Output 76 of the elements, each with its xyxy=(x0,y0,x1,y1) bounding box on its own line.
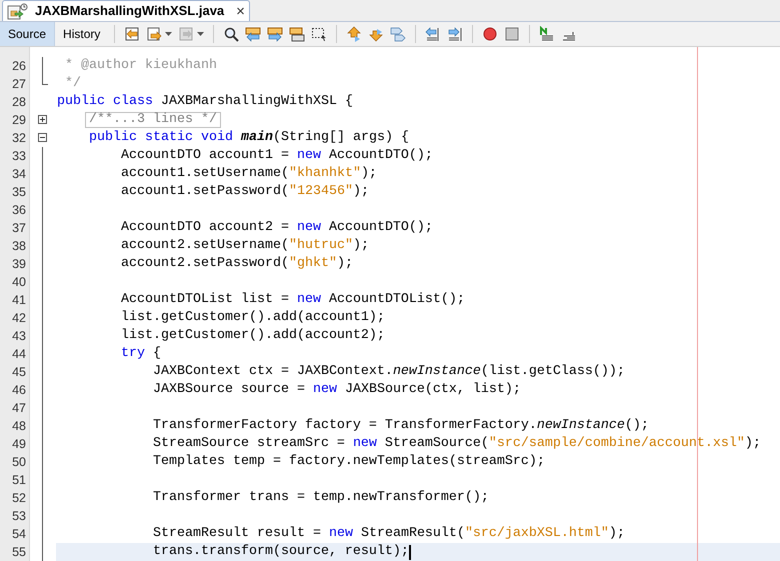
java-file-icon xyxy=(7,2,29,20)
file-tab[interactable]: JAXBMarshallingWithXSL.java × xyxy=(2,0,250,21)
code-line: StreamResult result = new StreamResult("src/jaxbXSL.html"); xyxy=(152,525,625,543)
collapse-icon[interactable] xyxy=(38,133,47,142)
rectangle-selection-icon[interactable] xyxy=(311,26,328,42)
expand-icon[interactable] xyxy=(38,115,47,124)
record-icon[interactable] xyxy=(482,26,498,42)
line-number: 45 xyxy=(11,364,27,381)
search-icon[interactable] xyxy=(223,26,240,42)
close-button[interactable]: × xyxy=(236,4,245,18)
code-line: Transformer trans = temp.newTransformer(); xyxy=(152,489,489,507)
code-line: public class JAXBMarshallingWithXSL { xyxy=(57,93,353,111)
code-line: public static void main(String[] args) { xyxy=(88,129,409,147)
code-line: */ xyxy=(64,75,81,93)
line-number: 38 xyxy=(11,238,27,255)
line-number: 41 xyxy=(11,292,27,309)
code-line: list.getCustomer().add(account2); xyxy=(120,327,385,345)
line-number: 40 xyxy=(11,274,27,291)
code-line: JAXBContext ctx = JAXBContext.newInstance(list.getClass()); xyxy=(152,363,625,381)
back-arrow-icon[interactable] xyxy=(124,26,140,42)
down-arrow-icon[interactable] xyxy=(368,26,384,42)
line-number: 27 xyxy=(11,76,27,93)
next-occurrence-icon[interactable] xyxy=(267,26,284,42)
line-number: 39 xyxy=(11,256,27,273)
line-number: 42 xyxy=(11,310,27,327)
code-line: * @author kieukhanh xyxy=(64,57,217,75)
fold-end-mark xyxy=(42,75,48,85)
code-line: Templates temp = factory.newTemplates(streamSrc); xyxy=(152,453,545,471)
line-number: 43 xyxy=(11,328,27,345)
code-line: account2.setUsername("hutruc"); xyxy=(120,237,369,255)
line-number: 54 xyxy=(11,526,27,543)
shift-right-icon[interactable] xyxy=(447,26,464,42)
code-line: JAXBSource source = new JAXBSource(ctx, list); xyxy=(152,381,521,399)
line-number: 29 xyxy=(11,112,27,129)
stop-icon[interactable] xyxy=(504,26,520,42)
code-line: try { xyxy=(120,345,161,363)
line-number: 53 xyxy=(11,508,27,525)
file-tab-title: JAXBMarshallingWithXSL.java xyxy=(35,2,224,20)
line-number: 26 xyxy=(11,58,27,75)
code-line: list.getCustomer().add(account1); xyxy=(120,309,385,327)
code-line: AccountDTO account2 = new AccountDTO(); xyxy=(120,219,433,237)
code-line: AccountDTOList list = new AccountDTOList(); xyxy=(120,291,465,309)
text-caret xyxy=(408,544,411,560)
code-line: account1.setUsername("khanhkt"); xyxy=(120,165,377,183)
bookmark-toggle-icon[interactable] xyxy=(390,26,406,42)
line-number: 55 xyxy=(11,544,27,561)
line-number: 49 xyxy=(11,436,27,453)
line-number: 52 xyxy=(11,490,27,507)
code-line: AccountDTO account1 = new AccountDTO(); xyxy=(120,147,433,165)
line-number: 47 xyxy=(11,400,27,417)
line-number: 46 xyxy=(11,382,27,399)
code-line: account2.setPassword("ghkt"); xyxy=(120,255,353,273)
line-number: 36 xyxy=(11,202,27,219)
code-line: TransformerFactory factory = TransformerFactory.newInstance(); xyxy=(152,417,649,435)
dropdown-caret-icon[interactable] xyxy=(165,32,172,36)
previous-occurrence-icon[interactable] xyxy=(245,26,262,42)
line-number: 28 xyxy=(11,94,27,111)
shift-left-icon[interactable] xyxy=(425,26,442,42)
line-number: 51 xyxy=(11,472,27,489)
view-tab[interactable]: History xyxy=(55,22,108,46)
line-number: 35 xyxy=(11,184,27,201)
code-line: StreamSource streamSrc = new StreamSource("src/sample/combine/account.xsl"); xyxy=(152,435,761,453)
up-arrow-icon[interactable] xyxy=(346,26,362,42)
line-number: 33 xyxy=(11,148,27,165)
line-number: 44 xyxy=(11,346,27,363)
forward-document-icon[interactable] xyxy=(146,26,162,42)
line-number: 50 xyxy=(11,454,27,471)
line-number: 48 xyxy=(11,418,27,435)
dropdown-caret-icon[interactable] xyxy=(197,32,204,36)
line-number: 37 xyxy=(11,220,27,237)
line-number: 34 xyxy=(11,166,27,183)
fold-guide-line xyxy=(42,57,43,75)
line-number: 32 xyxy=(11,130,27,147)
code-line: account1.setPassword("123456"); xyxy=(120,183,369,201)
view-tab[interactable]: Source xyxy=(0,22,56,46)
code-line: trans.transform(source, result); xyxy=(152,543,409,561)
